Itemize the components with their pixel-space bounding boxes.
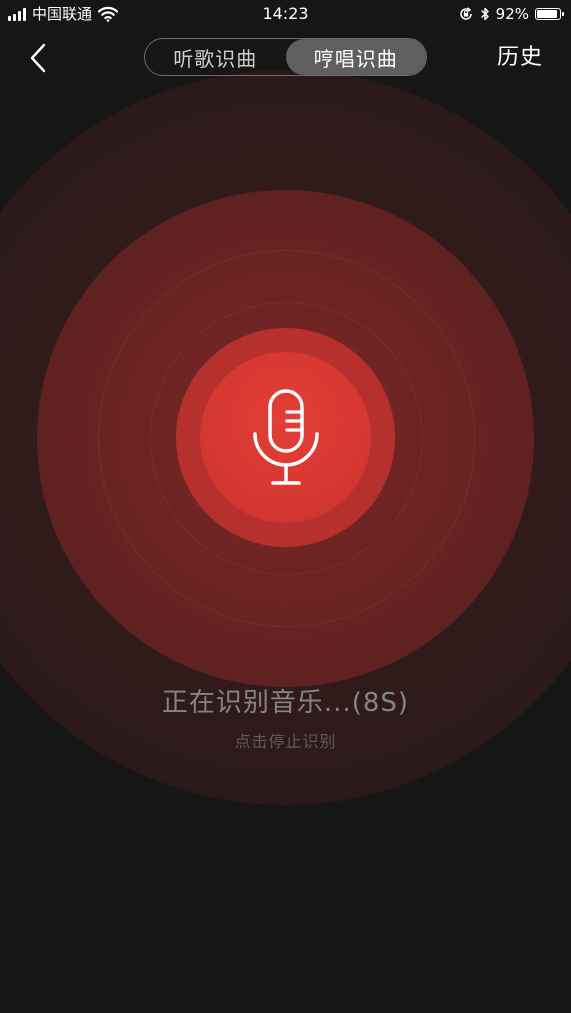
stop-recognition-hint[interactable]: 点击停止识别 (0, 728, 571, 752)
recognition-mode-tabs: 听歌识曲 哼唱识曲 (144, 38, 427, 76)
chevron-left-icon (30, 43, 46, 73)
recognition-status-text: 正在识别音乐...(8S) (161, 688, 410, 718)
history-button[interactable]: 历史 (497, 42, 543, 74)
status-bar: 中国联通 14:23 92% (0, 0, 571, 30)
record-button[interactable] (200, 352, 371, 523)
battery-level-fill (537, 10, 558, 18)
battery-percentage: 92% (495, 5, 529, 23)
back-button[interactable] (24, 42, 56, 74)
orientation-lock-icon (459, 7, 472, 20)
tab-hum-song[interactable]: 哼唱识曲 (285, 39, 426, 75)
bluetooth-icon (480, 7, 489, 21)
nav-bar: 听歌识曲 哼唱识曲 历史 (0, 36, 571, 80)
battery-icon (535, 8, 564, 20)
microphone-icon (252, 388, 319, 485)
tab-listen-song[interactable]: 听歌识曲 (145, 39, 286, 75)
status-right: 92% (458, 5, 564, 23)
song-recognition-screen: 中国联通 14:23 92% 听歌识曲 哼唱识曲 历史 正在识别音乐...(8S… (0, 0, 571, 1013)
